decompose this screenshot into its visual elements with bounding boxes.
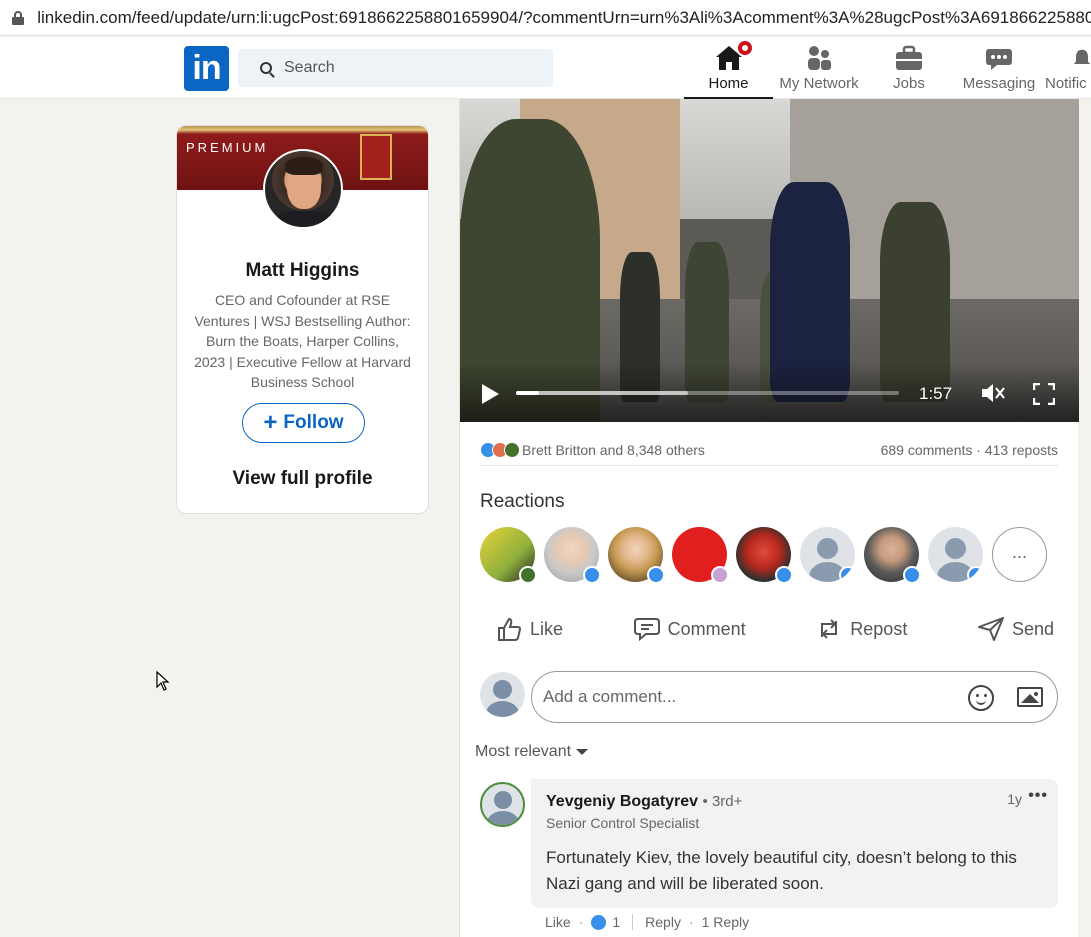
video-buffered: [516, 391, 689, 395]
profile-headline: CEO and Cofounder at RSE Ventures | WSJ …: [194, 292, 411, 390]
bell-icon: [1045, 43, 1091, 71]
mouse-cursor-icon: [156, 671, 170, 691]
book-cover-image: [360, 134, 392, 180]
plus-icon: +: [263, 409, 278, 436]
nav-notifications[interactable]: Notific: [1045, 43, 1091, 99]
nav-my-network-label: My Network: [779, 75, 859, 92]
reactor-avatar[interactable]: [736, 527, 793, 584]
reactor-avatar[interactable]: [480, 527, 537, 584]
comment-label: Comment: [667, 618, 746, 639]
repost-icon: [821, 619, 838, 639]
comment-like-count[interactable]: 1: [612, 914, 620, 930]
comment-author-name[interactable]: Yevgeniy Bogatyrev: [546, 793, 698, 810]
more-options-icon[interactable]: •••: [1028, 787, 1048, 805]
send-button[interactable]: Send: [962, 611, 1070, 647]
send-icon: [977, 617, 1004, 641]
reactor-avatar[interactable]: [672, 527, 729, 584]
linkedin-logo[interactable]: in: [184, 46, 229, 91]
nav-notifications-label: Notific: [1045, 75, 1087, 92]
nav-my-network[interactable]: My Network: [775, 43, 863, 99]
post-panel: 1:57 Brett Britton and 8,348 others 689 …: [459, 99, 1079, 937]
lock-icon: [12, 10, 24, 25]
people-icon: [775, 43, 863, 71]
search-placeholder[interactable]: Search: [284, 59, 335, 77]
comment-bubble: Yevgeniy Bogatyrev • 3rd+ Senior Control…: [531, 779, 1058, 908]
muted-speaker-icon[interactable]: [980, 382, 1006, 404]
comment-actions: Like · 1 Reply · 1 Reply: [545, 914, 750, 930]
send-label: Send: [1011, 618, 1054, 639]
comment-button[interactable]: Comment: [618, 611, 762, 647]
notification-badge: [736, 39, 754, 57]
post-actions: Like Comment Repost Send: [480, 609, 1070, 649]
home-icon: [684, 39, 773, 71]
nav-jobs[interactable]: Jobs: [880, 43, 938, 99]
more-reactors-button[interactable]: ...: [992, 527, 1047, 582]
video-progress: [516, 391, 539, 395]
comment-like-button[interactable]: Like: [545, 914, 571, 930]
profile-name[interactable]: Matt Higgins: [177, 260, 428, 282]
profile-card: PREMIUM Matt Higgins CEO and Cofounder a…: [176, 125, 429, 514]
image-icon[interactable]: [1017, 687, 1043, 707]
comment-placeholder[interactable]: Add a comment...: [543, 687, 676, 707]
comment-author-title: Senior Control Specialist: [546, 815, 700, 831]
briefcase-icon: [880, 43, 938, 71]
comment-reply-button[interactable]: Reply: [645, 914, 681, 930]
reactor-avatar[interactable]: [800, 527, 855, 582]
search-icon: [260, 62, 272, 74]
support-reaction-icon: [504, 441, 520, 458]
reactor-avatar[interactable]: [928, 527, 983, 582]
follow-button[interactable]: + Follow: [242, 403, 365, 443]
reactions-title: Reactions: [480, 491, 565, 512]
thumbs-up-icon: [498, 617, 522, 641]
commenter-avatar[interactable]: [480, 782, 525, 827]
top-navigation: in Search Home My Network Jobs Messaging: [0, 37, 1091, 99]
emoji-icon[interactable]: [968, 685, 994, 711]
play-icon[interactable]: [482, 384, 499, 404]
reaction-icons[interactable]: [480, 441, 520, 458]
like-label: Like: [530, 618, 564, 639]
browser-url-bar[interactable]: linkedin.com/feed/update/urn:li:ugcPost:…: [0, 0, 1091, 36]
social-counts-bar: Brett Britton and 8,348 others 689 comme…: [480, 434, 1058, 466]
url-text[interactable]: linkedin.com/feed/update/urn:li:ugcPost:…: [37, 8, 1091, 28]
reactor-avatar[interactable]: [544, 527, 601, 584]
current-user-avatar: [480, 672, 525, 717]
video-controls: 1:57: [460, 362, 1079, 422]
comments-reposts-count[interactable]: 689 comments · 413 reposts: [881, 442, 1058, 458]
comment-input[interactable]: Add a comment...: [531, 671, 1058, 723]
sort-dropdown[interactable]: Most relevant: [475, 743, 589, 761]
repost-label: Repost: [850, 618, 908, 639]
comment-author[interactable]: Yevgeniy Bogatyrev • 3rd+: [546, 793, 742, 811]
like-button[interactable]: Like: [480, 610, 579, 648]
view-full-profile-link[interactable]: View full profile: [177, 468, 428, 490]
comment-replies-link[interactable]: 1 Reply: [702, 914, 749, 930]
caret-down-icon: [576, 749, 589, 755]
reactor-avatar[interactable]: [864, 527, 921, 584]
video-time: 1:57: [919, 384, 953, 403]
nav-home[interactable]: Home: [684, 39, 773, 99]
profile-avatar[interactable]: [263, 149, 343, 229]
reacted-by-text[interactable]: Brett Britton and 8,348 others: [522, 442, 705, 458]
comment-timestamp: 1y: [1007, 791, 1022, 807]
nav-jobs-label: Jobs: [893, 75, 925, 92]
follow-label: Follow: [283, 412, 344, 433]
nav-home-label: Home: [708, 75, 749, 92]
connection-degree: • 3rd+: [702, 793, 743, 810]
reactor-avatar[interactable]: [608, 527, 665, 584]
reactor-avatars: ...: [480, 527, 1056, 584]
premium-label: PREMIUM: [186, 140, 269, 155]
video-scrubber[interactable]: [516, 391, 899, 395]
video-player[interactable]: 1:57: [460, 99, 1079, 422]
search-box[interactable]: Search: [238, 49, 553, 87]
comment-icon: [633, 618, 660, 641]
like-reaction-icon: [591, 914, 607, 930]
nav-messaging[interactable]: Messaging: [960, 43, 1038, 99]
sort-label: Most relevant: [475, 743, 572, 760]
comment-text: Fortunately Kiev, the lovely beautiful c…: [546, 848, 1017, 893]
chat-icon: [960, 43, 1038, 71]
repost-button[interactable]: Repost: [800, 610, 923, 648]
nav-messaging-label: Messaging: [962, 75, 1036, 92]
fullscreen-icon[interactable]: [1032, 382, 1056, 406]
